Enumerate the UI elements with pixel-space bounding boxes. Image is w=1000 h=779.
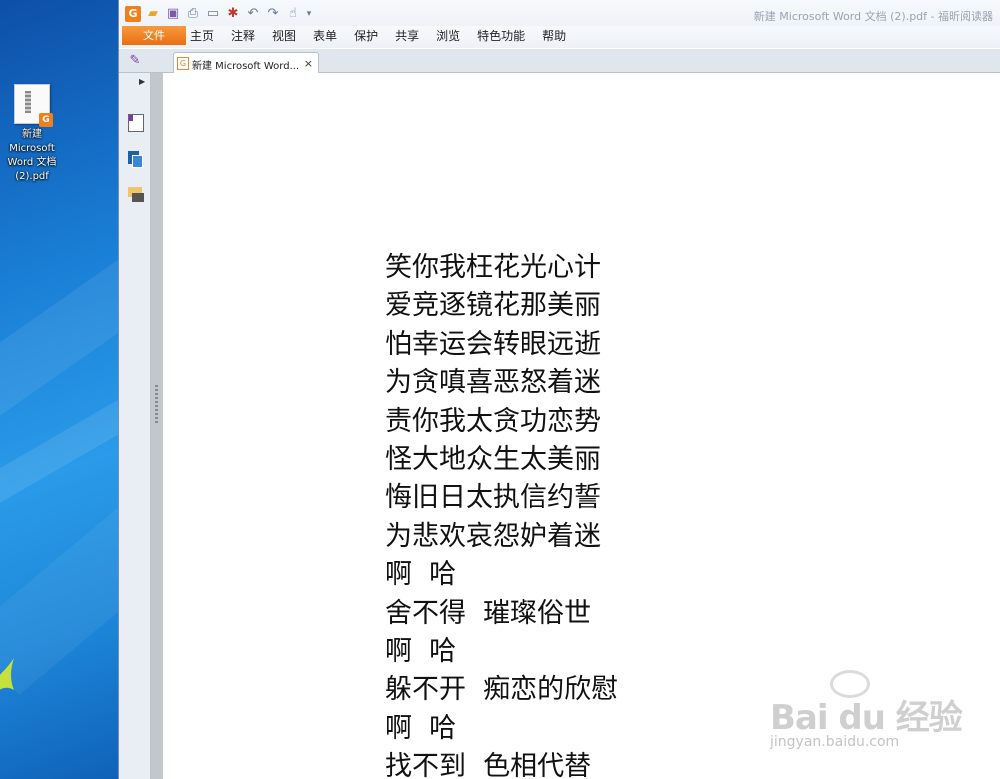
- tab-form[interactable]: 表单: [306, 27, 344, 45]
- ribbon-tabs: 主页 注释 视图 表单 保护 共享 浏览 特色功能 帮助: [183, 27, 576, 45]
- new-icon[interactable]: ✱: [225, 6, 241, 22]
- ribbon-menu-bar: 文件 主页 注释 视图 表单 保护 共享 浏览 特色功能 帮助: [119, 26, 1000, 48]
- text-line: 舍不得 璀璨俗世: [385, 597, 592, 629]
- page-thumbnails-icon[interactable]: [128, 114, 144, 132]
- text-line: 为贪嗔喜恶怒着迷: [385, 367, 601, 399]
- tab-view[interactable]: 视图: [265, 27, 303, 45]
- document-tab-label: 新建 Microsoft Word...: [192, 61, 300, 72]
- text-line: 啊 哈: [385, 559, 457, 591]
- text-line: 啊 哈: [385, 712, 457, 744]
- tab-protect[interactable]: 保护: [347, 27, 385, 45]
- tab-comment[interactable]: 注释: [224, 27, 262, 45]
- pdf-file-icon: G: [14, 84, 53, 127]
- desktop-icon-label-line: Microsoft: [9, 143, 55, 154]
- desktop-pdf-file-icon[interactable]: G 新建 Microsoft Word 文档 (2).pdf: [4, 84, 60, 184]
- text-line: 啊 哈: [385, 636, 457, 668]
- desktop-icon-label: 新建 Microsoft Word 文档 (2).pdf: [4, 128, 60, 184]
- desktop-icon-label-line: (2).pdf: [15, 171, 49, 182]
- pane-splitter[interactable]: [151, 73, 163, 779]
- tab-help[interactable]: 帮助: [535, 27, 573, 45]
- undo-icon[interactable]: ↶: [245, 6, 261, 22]
- text-line: 悔旧日太执信约誓: [385, 482, 601, 514]
- expand-arrow-icon[interactable]: ▶: [139, 77, 145, 86]
- open-folder-icon[interactable]: ▰: [145, 6, 161, 22]
- wallpaper-leaf: [0, 658, 14, 690]
- text-line: 责你我太贪功恋势: [385, 405, 601, 437]
- text-line: 找不到 色相代替: [385, 751, 592, 779]
- text-line: 为悲欢哀怨妒着迷: [385, 520, 601, 552]
- close-tab-icon[interactable]: ×: [304, 57, 313, 70]
- window-title: 新建 Microsoft Word 文档 (2).pdf - 福昕阅读器: [753, 10, 993, 23]
- print-icon[interactable]: ⎙: [185, 6, 201, 22]
- scan-icon[interactable]: ▭: [205, 6, 221, 22]
- document-page: 笑你我枉花光心计 爱竞逐镜花那美丽 怕幸运会转眼远逝 为贪嗔喜恶怒着迷 责你我太…: [163, 73, 1000, 779]
- text-line: 爱竞逐镜花那美丽: [385, 290, 601, 322]
- document-tab[interactable]: G 新建 Microsoft Word... ×: [173, 52, 319, 74]
- wallpaper-streak: [0, 505, 120, 695]
- tab-share[interactable]: 共享: [388, 27, 426, 45]
- wallpaper-streak: [0, 242, 120, 418]
- customize-icon[interactable]: ▾: [305, 6, 313, 22]
- tab-browse[interactable]: 浏览: [429, 27, 467, 45]
- tab-features[interactable]: 特色功能: [470, 27, 532, 45]
- pdf-doc-icon: G: [177, 57, 189, 70]
- panel-toggle-icon[interactable]: ✎: [127, 53, 143, 69]
- redo-icon[interactable]: ↷: [265, 6, 281, 22]
- navigation-pane: ▶: [119, 73, 151, 779]
- foxit-badge-icon: G: [39, 113, 53, 127]
- hand-tool-icon[interactable]: ☝: [285, 6, 301, 22]
- desktop-icon-label-line: 新建: [22, 129, 42, 140]
- splitter-grip-icon: [155, 385, 158, 425]
- quick-access-toolbar: G ▰ ▣ ⎙ ▭ ✱ ↶ ↷ ☝ ▾ 新建 Microsoft Word 文档…: [119, 0, 1000, 28]
- save-icon[interactable]: ▣: [165, 6, 181, 22]
- layers-icon[interactable]: [128, 151, 144, 169]
- foxit-logo-icon[interactable]: G: [125, 6, 141, 22]
- desktop-icon-label-line: Word 文档: [7, 157, 57, 168]
- text-line: 怕幸运会转眼远逝: [385, 328, 601, 360]
- comments-icon[interactable]: [128, 187, 144, 205]
- document-tab-bar: ✎ G 新建 Microsoft Word... ×: [119, 49, 1000, 74]
- foxit-reader-window: G ▰ ▣ ⎙ ▭ ✱ ↶ ↷ ☝ ▾ 新建 Microsoft Word 文档…: [118, 0, 1000, 779]
- file-menu-button[interactable]: 文件: [122, 26, 186, 45]
- zipper-icon: [25, 91, 31, 113]
- text-line: 怪大地众生太美丽: [385, 444, 601, 476]
- tab-home[interactable]: 主页: [183, 27, 221, 45]
- text-line: 笑你我枉花光心计: [385, 252, 601, 283]
- desktop-background: G 新建 Microsoft Word 文档 (2).pdf: [0, 0, 120, 779]
- document-text: 笑你我枉花光心计 爱竞逐镜花那美丽 怕幸运会转眼远逝 为贪嗔喜恶怒着迷 责你我太…: [385, 249, 618, 779]
- text-line: 躲不开 痴恋的欣慰: [385, 674, 619, 706]
